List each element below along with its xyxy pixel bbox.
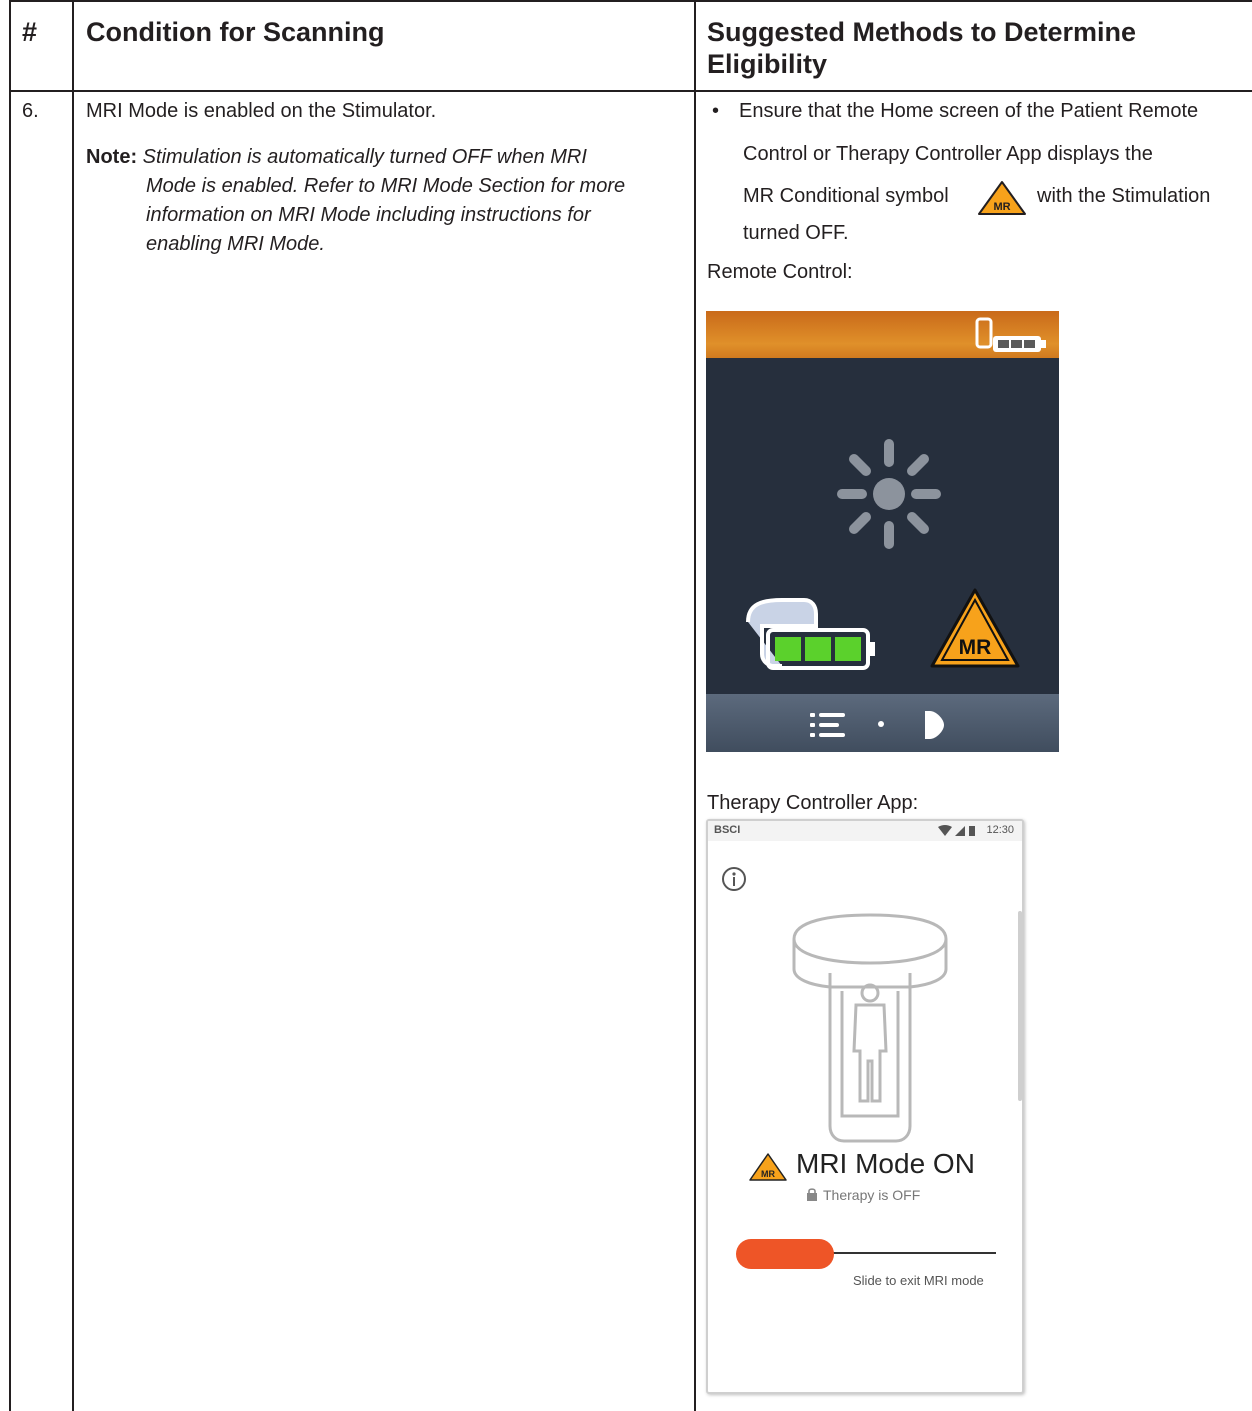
mri-scanner-illustration bbox=[792, 913, 948, 1143]
menu-icon[interactable] bbox=[810, 710, 850, 740]
method-line-2: Control or Therapy Controller App displa… bbox=[743, 143, 1153, 165]
slide-label: Slide to exit MRI mode bbox=[853, 1273, 984, 1288]
therapy-controller-phone: BSCI 12:30 MR MRI Mode ON Therapy is OFF bbox=[706, 819, 1024, 1394]
next-icon[interactable] bbox=[922, 709, 946, 741]
remote-battery-icon bbox=[975, 317, 1046, 352]
header-condition: Condition for Scanning bbox=[86, 17, 385, 47]
method-line-3b: with the Stimulation bbox=[1037, 185, 1211, 207]
header-number: # bbox=[22, 17, 38, 47]
note-line-1: Stimulation is automatically turned OFF … bbox=[142, 146, 587, 168]
column-divider-2 bbox=[694, 0, 696, 1411]
mri-mode-title: MRI Mode ON bbox=[796, 1148, 975, 1179]
method-line-3a: MR Conditional symbol bbox=[743, 185, 949, 207]
note-label: Note: bbox=[86, 146, 138, 168]
row-number: 6. bbox=[22, 100, 39, 122]
mr-badge-text: MR bbox=[993, 201, 1010, 213]
stimulation-off-icon bbox=[837, 439, 941, 549]
mr-warning-icon: MR bbox=[930, 588, 1020, 668]
note-line-4: enabling MRI Mode. bbox=[146, 233, 325, 255]
method-line-4: turned OFF. bbox=[743, 222, 849, 244]
app-caption: Therapy Controller App: bbox=[707, 792, 919, 814]
carrier-label: BSCI bbox=[714, 824, 741, 836]
remote-bottom-bar bbox=[706, 694, 1059, 752]
info-icon[interactable] bbox=[721, 866, 747, 892]
note-block: Note: Stimulation is automatically turne… bbox=[86, 143, 686, 259]
condition-text: MRI Mode is enabled on the Stimulator. bbox=[86, 100, 437, 122]
exit-slider-thumb[interactable] bbox=[736, 1239, 834, 1269]
table-top-border bbox=[9, 0, 1252, 2]
signal-icons bbox=[938, 825, 975, 836]
mr-warning-text: MR bbox=[959, 636, 992, 659]
header-methods-line1: Suggested Methods to Determine bbox=[707, 17, 1137, 47]
page-dot-icon bbox=[878, 721, 884, 727]
mr-mode-badge-text: MR bbox=[761, 1169, 775, 1179]
note-line-2: Mode is enabled. Refer to MRI Mode Secti… bbox=[146, 175, 626, 197]
header-methods-line2: Eligibility bbox=[707, 49, 828, 79]
therapy-status: Therapy is OFF bbox=[823, 1187, 921, 1203]
header-methods: Suggested Methods to Determine Eligibili… bbox=[707, 16, 1136, 80]
note-line-3: information on MRI Mode including instru… bbox=[146, 204, 591, 226]
scrollbar[interactable] bbox=[1018, 911, 1022, 1101]
status-time: 12:30 bbox=[986, 824, 1014, 836]
method-line-1: Ensure that the Home screen of the Patie… bbox=[739, 100, 1199, 122]
remote-caption: Remote Control: bbox=[707, 261, 853, 283]
column-divider-1 bbox=[72, 0, 74, 1411]
mr-mode-icon: MR bbox=[749, 1153, 787, 1181]
mr-conditional-icon: MR bbox=[978, 181, 1026, 215]
bullet: • bbox=[712, 100, 720, 122]
ipg-battery-icon bbox=[746, 598, 875, 670]
lock-icon bbox=[807, 1188, 817, 1201]
table-left-border bbox=[9, 0, 11, 1411]
remote-control-screen: MR bbox=[706, 311, 1059, 752]
header-divider bbox=[9, 90, 1252, 92]
status-bar: BSCI 12:30 bbox=[708, 821, 1022, 841]
